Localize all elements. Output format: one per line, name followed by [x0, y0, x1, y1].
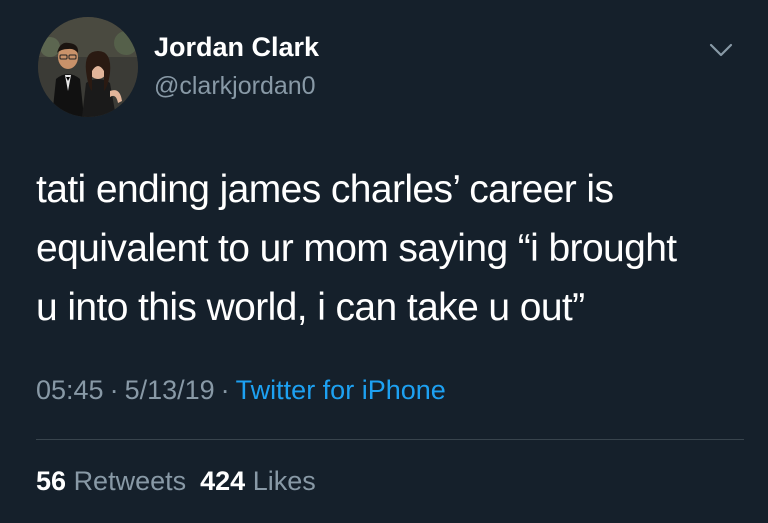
avatar[interactable] [38, 17, 138, 117]
tweet-text-line: equivalent to ur mom saying “i brought [36, 227, 677, 270]
tweet-menu-button[interactable] [704, 36, 738, 64]
tweet-time[interactable]: 05:45 [36, 375, 104, 405]
author-name[interactable]: Jordan Clark [154, 30, 319, 64]
meta-separator: · [220, 375, 230, 405]
likes-count: 424 [200, 466, 246, 496]
author-handle[interactable]: @clarkjordan0 [154, 70, 316, 102]
tweet-meta: 05:45 · 5/13/19 · Twitter for iPhone [36, 372, 446, 408]
tweet-text-line: tati ending james charles’ career is [36, 168, 614, 211]
likes-stat[interactable]: 424 Likes [200, 466, 316, 496]
retweets-label: Retweets [73, 466, 187, 496]
tweet-card: Jordan Clark @clarkjordan0 tati ending j… [0, 0, 768, 523]
tweet-text-line: u into this world, i can take u out” [36, 286, 585, 329]
retweets-stat[interactable]: 56 Retweets [36, 466, 186, 496]
profile-photo-icon [38, 17, 138, 117]
tweet-stats: 56 Retweets 424 Likes [36, 463, 316, 499]
retweets-count: 56 [36, 466, 67, 496]
divider [36, 439, 744, 440]
tweet-date[interactable]: 5/13/19 [125, 375, 215, 405]
chevron-down-icon [709, 43, 733, 57]
tweet-source-link[interactable]: Twitter for iPhone [236, 375, 446, 405]
tweet-text: tati ending james charles’ career is equ… [36, 160, 736, 337]
likes-label: Likes [252, 466, 316, 496]
meta-separator: · [109, 375, 119, 405]
